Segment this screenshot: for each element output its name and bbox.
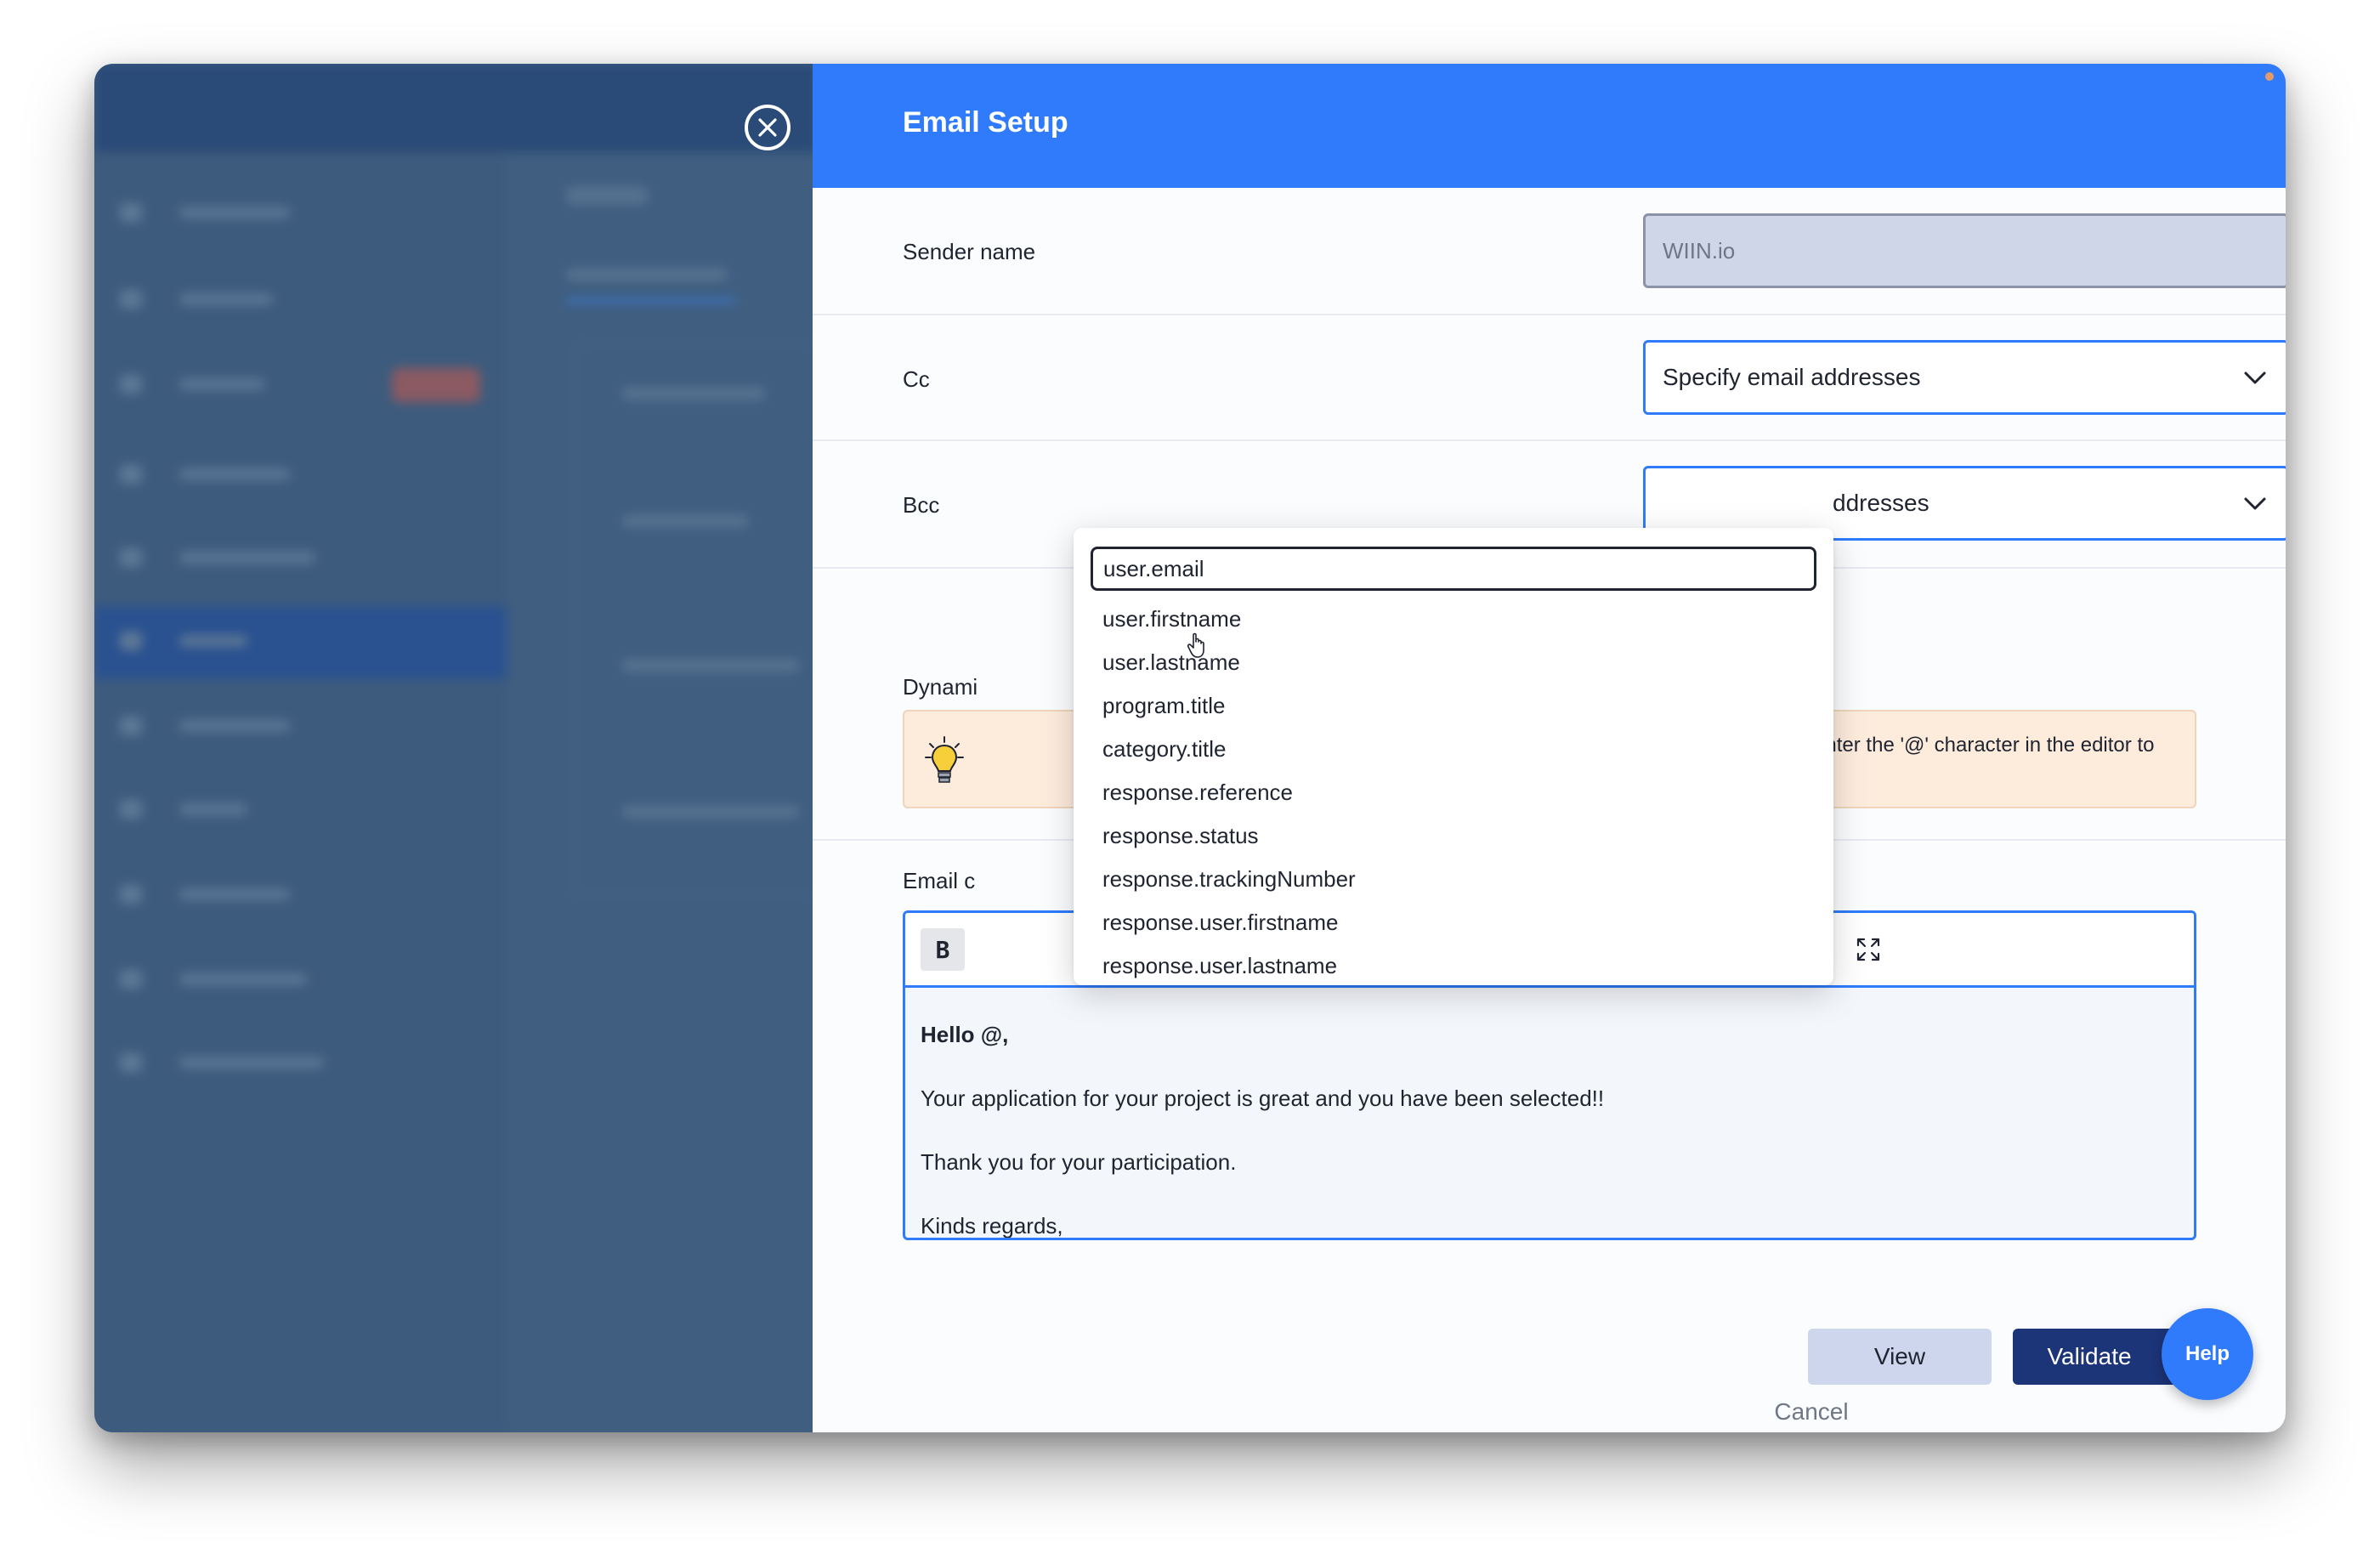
background-nav-item — [120, 797, 443, 822]
help-button[interactable]: Help — [2162, 1308, 2253, 1400]
dropdown-item[interactable]: category.title — [1102, 728, 1356, 771]
bcc-select-value: ddresses — [1833, 490, 1930, 516]
cc-label: Cc — [903, 366, 930, 392]
dropdown-list: user.firstname user.lastname program.tit… — [1102, 598, 1356, 988]
editor-line: Hello @, — [921, 1022, 1009, 1047]
lightbulb-icon — [925, 736, 964, 783]
background-card-line — [621, 805, 800, 819]
dropdown-item[interactable]: program.title — [1102, 684, 1356, 728]
dynamic-fields-dropdown: user.email user.firstname user.lastname … — [1074, 528, 1833, 985]
dropdown-item[interactable]: response.user.lastname — [1102, 944, 1356, 988]
dropdown-item[interactable]: user.lastname — [1102, 641, 1356, 684]
background-heading — [566, 186, 648, 205]
dropdown-search-input[interactable]: user.email — [1091, 547, 1816, 591]
window-indicator — [2265, 72, 2274, 81]
chevron-down-icon — [2244, 371, 2266, 384]
background-nav-item — [120, 286, 443, 312]
background-app — [94, 64, 847, 1432]
panel-title: Email Setup — [903, 106, 1068, 139]
background-nav-item — [120, 967, 443, 992]
sender-label: Sender name — [903, 239, 1036, 264]
email-content-label: Email c — [903, 868, 976, 893]
panel-header: Email Setup — [813, 64, 2286, 188]
close-button[interactable] — [745, 105, 790, 150]
background-card-line — [621, 659, 800, 672]
editor-line: Thank you for your participation. — [921, 1149, 1237, 1175]
close-icon — [758, 118, 777, 137]
dynamic-fields-label: Dynami — [903, 674, 978, 700]
background-nav-item — [120, 371, 443, 397]
background-nav-item — [120, 462, 443, 487]
background-card-line — [621, 514, 749, 528]
cc-select[interactable]: Specify email addresses — [1643, 340, 2286, 415]
view-button[interactable]: View — [1808, 1329, 1992, 1385]
background-sidebar — [94, 64, 507, 1432]
background-nav-item — [120, 545, 443, 570]
background-nav-item — [120, 200, 443, 225]
background-card-line — [621, 387, 766, 400]
dropdown-item[interactable]: response.user.firstname — [1102, 901, 1356, 944]
editor-line: Your application for your project is gre… — [921, 1086, 1605, 1111]
dropdown-item[interactable]: response.status — [1102, 814, 1356, 858]
cc-row: Cc Specify email addresses — [813, 315, 2286, 441]
background-nav-item — [120, 713, 443, 739]
dropdown-item[interactable]: response.reference — [1102, 771, 1356, 814]
chevron-down-icon — [2244, 497, 2266, 510]
cc-select-value: Specify email addresses — [1663, 364, 1921, 390]
editor-line: Kinds regards, — [921, 1213, 1063, 1239]
background-topbar — [94, 64, 817, 152]
bold-button[interactable]: B — [921, 928, 965, 971]
sender-input[interactable]: WIIN.io — [1643, 213, 2286, 288]
background-nav-item — [120, 628, 443, 654]
editor-body[interactable]: Hello @, Your application for your proje… — [921, 1003, 1605, 1239]
fullscreen-icon[interactable] — [1854, 935, 1883, 964]
background-tab-underline — [566, 298, 736, 303]
app-window: Email Setup Sender name WIIN.io Cc Speci… — [94, 64, 2286, 1432]
bcc-label: Bcc — [903, 492, 940, 518]
cancel-button[interactable]: Cancel — [1718, 1386, 1905, 1432]
sender-row: Sender name WIIN.io — [813, 188, 2286, 315]
dropdown-item[interactable]: response.trackingNumber — [1102, 858, 1356, 901]
dropdown-item[interactable]: user.firstname — [1102, 598, 1356, 641]
background-nav-item — [120, 882, 443, 907]
background-tab — [566, 268, 728, 281]
hand-cursor-icon — [1187, 632, 1204, 658]
background-nav-item — [120, 1050, 443, 1075]
